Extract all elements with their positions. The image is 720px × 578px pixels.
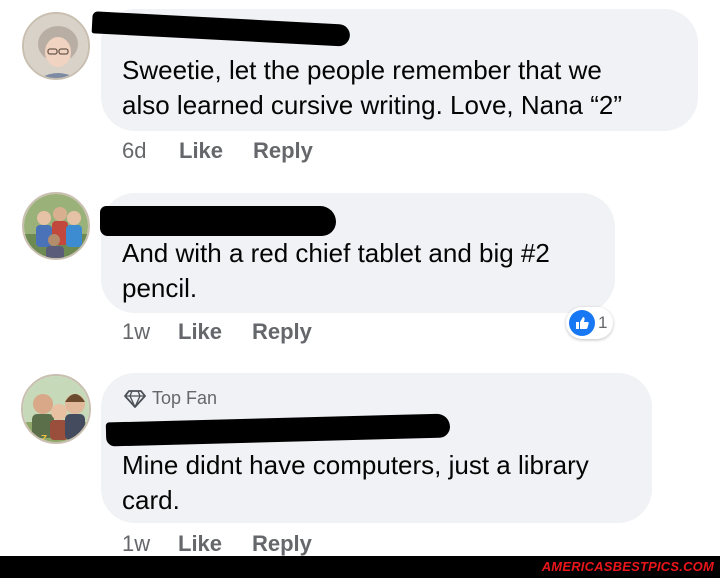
avatar-photo: Z xyxy=(23,376,89,444)
reply-button[interactable]: Reply xyxy=(252,319,312,345)
avatar-photo xyxy=(24,14,88,78)
redacted-author-name xyxy=(100,206,336,236)
top-fan-badge: Top Fan xyxy=(124,388,217,409)
reaction-count: 1 xyxy=(598,313,608,332)
comment-time[interactable]: 1w xyxy=(122,531,150,557)
reply-button[interactable]: Reply xyxy=(252,531,312,557)
watermark-text: AMERICASBESTPICS.COM xyxy=(541,559,714,574)
avatar[interactable]: Z xyxy=(21,374,91,444)
top-fan-label: Top Fan xyxy=(152,388,218,408)
comment-text: And with a red chief tablet and big #2 p… xyxy=(122,238,550,303)
like-button[interactable]: Like xyxy=(178,531,222,557)
avatar-photo xyxy=(24,194,88,258)
diamond-icon xyxy=(124,389,146,408)
comment-time[interactable]: 6d xyxy=(122,138,146,164)
reaction-badge[interactable]: 1 xyxy=(566,307,614,339)
reply-button[interactable]: Reply xyxy=(253,138,313,164)
like-button[interactable]: Like xyxy=(178,319,222,345)
watermark-bar: AMERICASBESTPICS.COM xyxy=(0,556,720,578)
comment-text: Sweetie, let the people remember that we… xyxy=(122,55,623,120)
avatar[interactable] xyxy=(22,192,90,260)
comment-time[interactable]: 1w xyxy=(122,319,150,345)
comment-text: Mine didnt have computers, just a librar… xyxy=(122,450,589,515)
svg-text:Z: Z xyxy=(41,434,47,444)
avatar[interactable] xyxy=(22,12,90,80)
thumbs-up-icon xyxy=(569,310,595,336)
like-button[interactable]: Like xyxy=(179,138,223,164)
